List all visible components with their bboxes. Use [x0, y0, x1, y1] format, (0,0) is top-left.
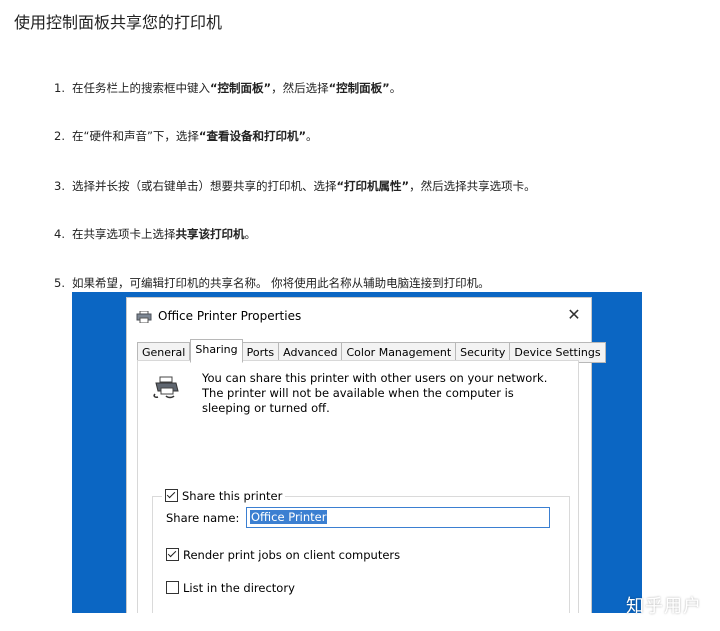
- sharing-info-text: You can share this printer with other us…: [202, 371, 548, 415]
- shared-printer-icon: [153, 376, 179, 399]
- zhihu-watermark: 知乎用户: [626, 596, 702, 617]
- step-number: 2.: [54, 129, 65, 143]
- step-2: 2. 在“硬件和声音”下，选择“查看设备和打印机”。: [54, 128, 318, 144]
- share-name-value: Office Printer: [250, 510, 328, 524]
- step-bold-text: “控制面板”: [210, 81, 272, 95]
- step-text: 。: [244, 227, 257, 241]
- step-4: 4. 在共享选项卡上选择共享该打印机。: [54, 226, 256, 242]
- share-name-label: Share name:: [166, 511, 240, 525]
- share-name-input[interactable]: Office Printer: [246, 507, 550, 528]
- close-button[interactable]: ✕: [563, 304, 585, 326]
- step-bold-text: 共享该打印机: [175, 227, 245, 241]
- printer-icon: [136, 311, 152, 323]
- step-text: 选择并长按（或右键单击）想要共享的打印机、选择: [72, 179, 337, 193]
- sharing-panel: You can share this printer with other us…: [137, 360, 579, 613]
- step-bold-text: “控制面板”: [328, 81, 390, 95]
- step-number: 3.: [54, 179, 65, 193]
- step-text: ，然后选择: [271, 81, 329, 95]
- step-text: 在共享选项卡上选择: [72, 227, 176, 241]
- printer-properties-screenshot: Office Printer Properties ✕ General Shar…: [72, 292, 642, 613]
- tab-sharing[interactable]: Sharing: [190, 339, 243, 363]
- share-printer-label: Share this printer: [182, 489, 283, 503]
- step-bold-text: “打印机属性”: [336, 179, 410, 193]
- step-5: 5. 如果希望，可编辑打印机的共享名称。 你将使用此名称从辅助电脑连接到打印机。: [54, 275, 490, 291]
- share-printer-checkbox[interactable]: Share this printer: [162, 489, 286, 503]
- checkbox-unchecked-icon[interactable]: [166, 581, 179, 594]
- step-3: 3. 选择并长按（或右键单击）想要共享的打印机、选择“打印机属性”，然后选择共享选…: [54, 178, 536, 194]
- step-number: 5.: [54, 276, 65, 290]
- step-bold-text: “查看设备和打印机”: [198, 129, 307, 143]
- step-text: 。: [389, 81, 402, 95]
- dialog-title: Office Printer Properties: [158, 309, 302, 323]
- render-jobs-checkbox[interactable]: Render print jobs on client computers: [166, 548, 400, 562]
- step-text: 在任务栏上的搜索框中键入: [72, 81, 210, 95]
- checkbox-checked-icon[interactable]: [166, 548, 179, 561]
- dialog-titlebar: Office Printer Properties ✕: [127, 298, 591, 334]
- step-number: 1.: [54, 81, 65, 95]
- printer-properties-dialog: Office Printer Properties ✕ General Shar…: [126, 297, 606, 613]
- step-text: 。: [306, 129, 318, 143]
- step-1: 1. 在任务栏上的搜索框中键入“控制面板”，然后选择“控制面板”。: [54, 80, 401, 96]
- step-text: 如果希望，可编辑打印机的共享名称。 你将使用此名称从辅助电脑连接到打印机。: [72, 276, 490, 290]
- list-directory-checkbox[interactable]: List in the directory: [166, 581, 295, 595]
- page-title: 使用控制面板共享您的打印机: [14, 13, 223, 32]
- step-text: ，然后选择共享选项卡。: [409, 179, 536, 193]
- dialog-tabs: General Sharing Ports Advanced Color Man…: [137, 339, 606, 363]
- step-number: 4.: [54, 227, 65, 241]
- checkbox-checked-icon[interactable]: [165, 489, 178, 502]
- render-jobs-label: Render print jobs on client computers: [183, 548, 401, 562]
- list-directory-label: List in the directory: [183, 581, 295, 595]
- step-text: 在“硬件和声音”下，选择: [72, 129, 199, 143]
